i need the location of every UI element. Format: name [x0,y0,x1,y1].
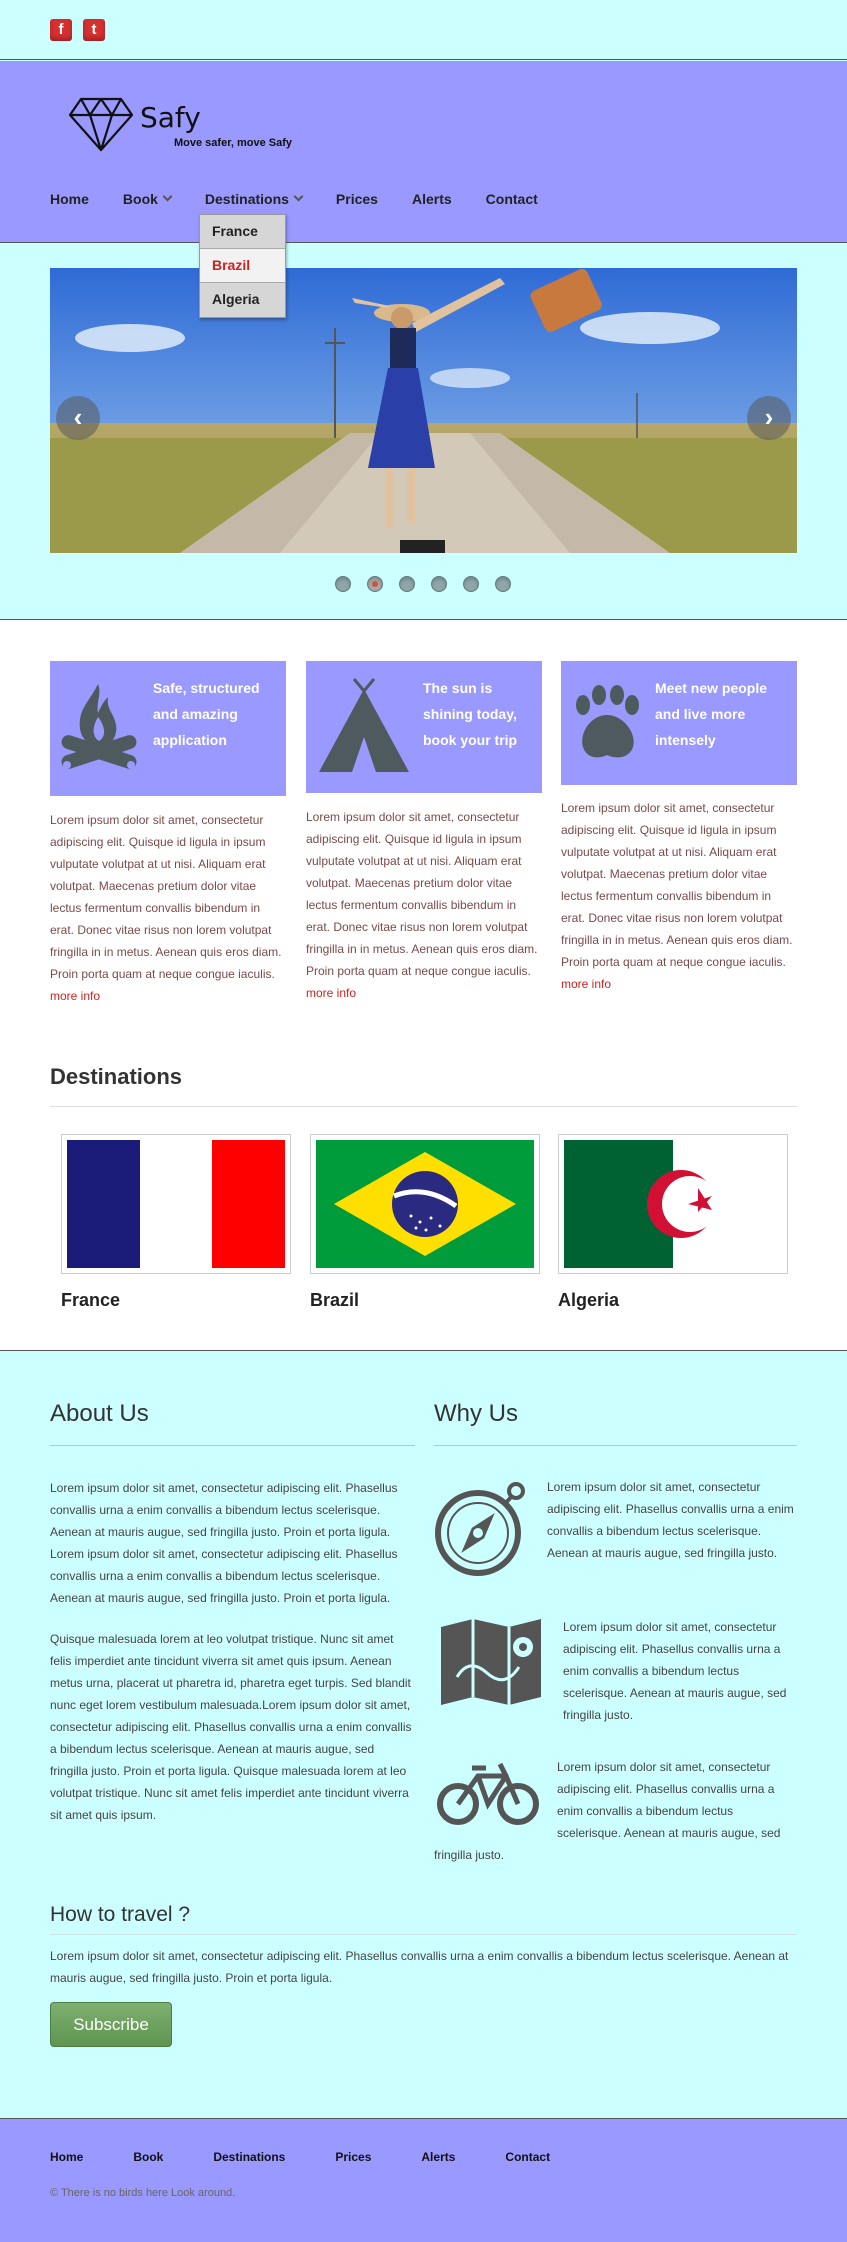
nav-prices[interactable]: Prices [336,191,378,207]
feature-card: Meet new people and live more intensely [561,661,797,785]
nav-alerts[interactable]: Alerts [412,191,452,207]
travel-title: How to travel ? [50,1903,191,1926]
chevron-down-icon [162,191,173,202]
slider-dot[interactable] [335,576,351,592]
top-bar: f t [0,0,847,60]
nav-label: Book [122,191,158,207]
nav-label: Prices [335,191,378,207]
nav-book[interactable]: Book [122,191,173,207]
header: Safy Move safer, move Safy Home Book Des… [0,61,847,243]
more-info-link[interactable]: more info [561,977,611,991]
hero-slider: ‹ › [50,268,797,553]
feature-body: Lorem ipsum dolor sit amet, consectetur … [306,810,538,978]
nav-label: Alerts [411,191,452,207]
footer-link-destinations[interactable]: Destinations [213,2150,285,2164]
footer-link-prices[interactable]: Prices [335,2150,371,2164]
footer-link-book[interactable]: Book [133,2150,163,2164]
why-text: Lorem ipsum dolor sit amet, consectetur … [557,1760,781,1840]
feature-text: Lorem ipsum dolor sit amet, consectetur … [561,797,797,995]
feature-body: Lorem ipsum dolor sit amet, consectetur … [561,801,793,969]
campfire-icon [61,684,137,769]
why-text: Lorem ipsum dolor sit amet, consectetur … [547,1480,794,1560]
divider [50,1106,797,1107]
footer-link-home[interactable]: Home [50,2150,83,2164]
algeria-flag-icon [564,1140,782,1268]
feature-card: The sun is shining today, book your trip [306,661,542,793]
dropdown-item-france[interactable]: France [200,215,285,249]
about-paragraph-1: Lorem ipsum dolor sit amet, consectetur … [50,1481,398,1605]
dropdown-item-brazil[interactable]: Brazil [200,249,285,283]
feature-card: Safe, structured and amazing application [50,661,286,796]
destination-name[interactable]: France [61,1290,120,1311]
slider-dot[interactable] [431,576,447,592]
logo-tagline: Move safer, move Safy [174,137,293,149]
feature-title: Safe, structured and amazing application [153,680,260,748]
slider-next-button[interactable]: › [747,396,791,440]
destination-name[interactable]: Algeria [558,1290,619,1311]
compass-icon [435,1482,525,1576]
page: f t Safy Move safer, move Safy Home Book… [0,0,847,2242]
feature-body: Lorem ipsum dolor sit amet, consectetur … [50,813,282,981]
footer: Home Book Destinations Prices Alerts Con… [0,2118,847,2242]
slider-dot[interactable] [463,576,479,592]
nav-label: Contact [485,191,538,207]
more-info-link[interactable]: more info [306,986,356,1000]
nav-home[interactable]: Home [50,191,89,207]
destination-card-france[interactable] [61,1134,291,1274]
slider-dots [335,576,527,592]
main-nav: Home Book Destinations Prices Alerts Con… [50,191,572,207]
logo-name[interactable]: Safy [140,101,201,134]
brazil-flag-icon [316,1140,534,1268]
why-text: Lorem ipsum dolor sit amet, consectetur … [563,1620,787,1722]
more-info-link[interactable]: more info [50,989,100,1003]
slider-dot-active[interactable] [367,576,383,592]
copyright: © There is no birds here Look around. [50,2187,236,2199]
feature-title: The sun is shining today, book your trip [423,680,518,748]
divider [434,1445,797,1446]
diamond-logo-icon[interactable] [68,96,134,152]
map-icon [441,1619,541,1705]
paw-icon [576,685,639,758]
slider-prev-button[interactable]: ‹ [56,396,100,440]
nav-label: Home [50,191,89,207]
footer-link-contact[interactable]: Contact [505,2150,550,2164]
hero-image [50,268,797,553]
footer-nav: Home Book Destinations Prices Alerts Con… [50,2150,600,2164]
divider [50,1934,797,1935]
france-flag-icon [67,1140,285,1268]
destinations-dropdown: France Brazil Algeria [199,214,286,318]
about-title: About Us [50,1400,149,1427]
chevron-down-icon [293,191,304,202]
nav-contact[interactable]: Contact [486,191,538,207]
why-text-tail: fringilla justo. [434,1848,505,1862]
feature-title: Meet new people and live more intensely [655,680,768,748]
tent-icon [319,678,409,772]
nav-destinations[interactable]: Destinations [204,191,304,207]
slider-dot[interactable] [495,576,511,592]
nav-label: Destinations [204,191,289,207]
subscribe-button[interactable]: Subscribe [50,2002,172,2047]
destinations-title: Destinations [50,1064,183,1089]
bicycle-icon [437,1762,539,1825]
travel-text: Lorem ipsum dolor sit amet, consectetur … [50,1949,789,1985]
destination-card-algeria[interactable] [558,1134,788,1274]
footer-link-alerts[interactable]: Alerts [421,2150,455,2164]
dropdown-item-algeria[interactable]: Algeria [200,283,285,317]
twitter-icon[interactable]: t [83,19,105,41]
why-title: Why Us [434,1400,518,1427]
feature-text: Lorem ipsum dolor sit amet, consectetur … [50,809,286,1007]
destination-name[interactable]: Brazil [310,1290,359,1311]
slider-dot[interactable] [399,576,415,592]
about-paragraph-2: Quisque malesuada lorem at leo volutpat … [50,1632,412,1822]
facebook-icon[interactable]: f [50,19,72,41]
divider [50,1445,415,1446]
destination-card-brazil[interactable] [310,1134,540,1274]
feature-text: Lorem ipsum dolor sit amet, consectetur … [306,806,542,1004]
